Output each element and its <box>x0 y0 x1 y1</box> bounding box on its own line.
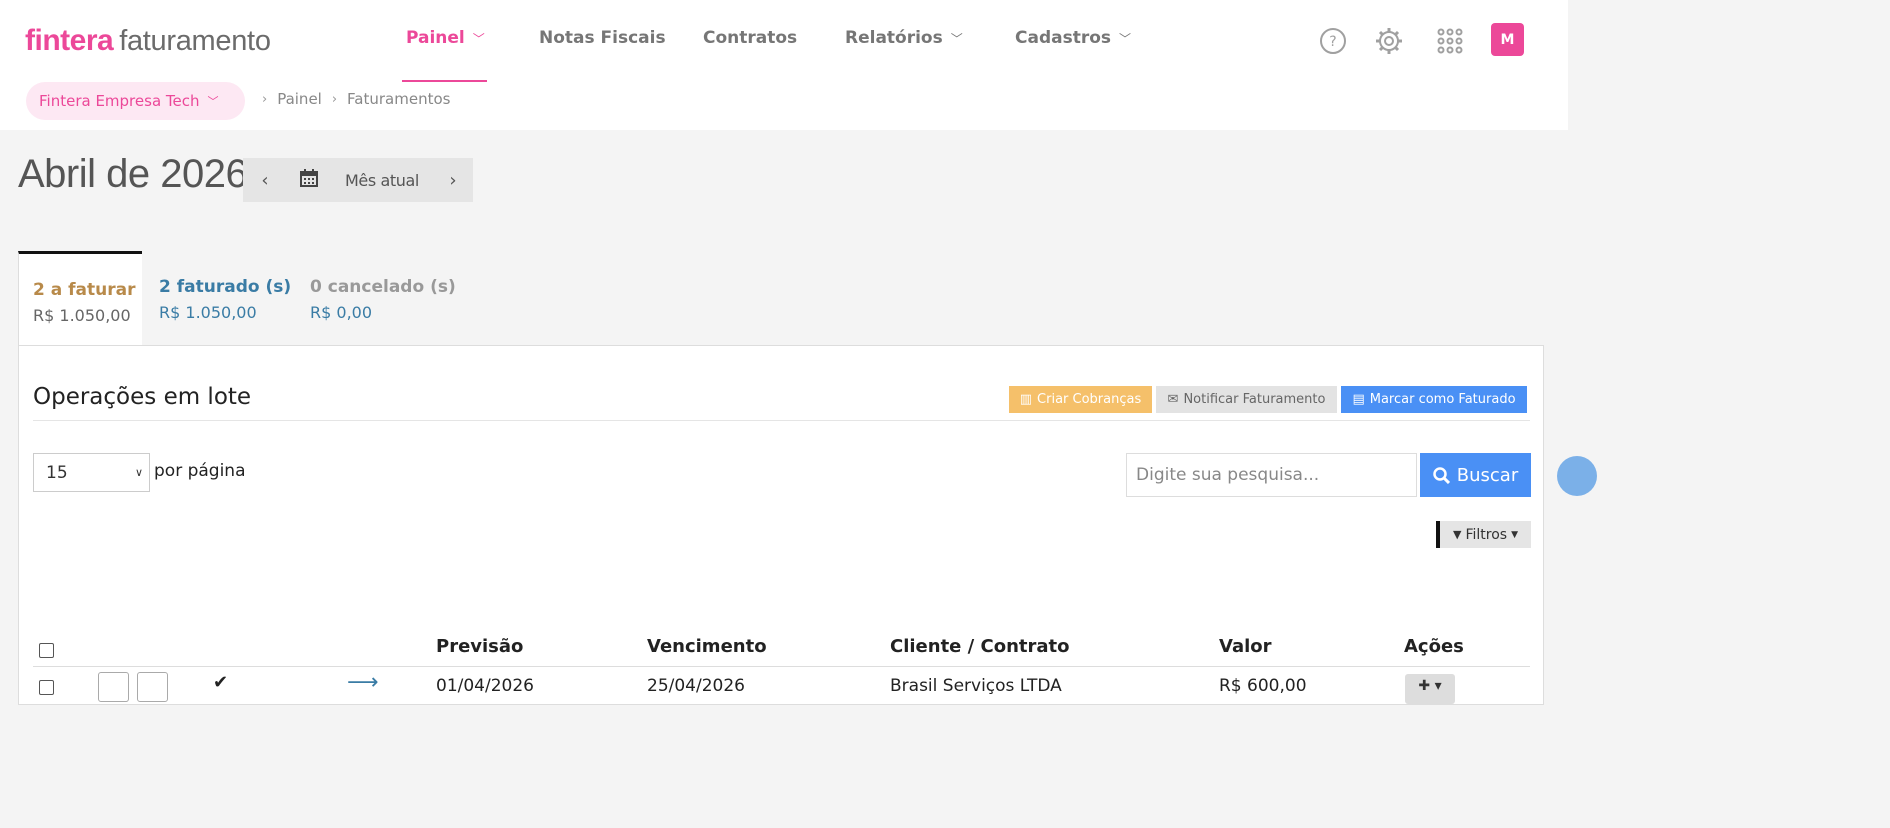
search-icon <box>1433 466 1450 484</box>
caret-down-icon: ▼ <box>1511 529 1518 540</box>
apps-grid-icon[interactable] <box>1433 24 1467 58</box>
column-valor[interactable]: Valor <box>1219 636 1272 657</box>
search-button[interactable]: Buscar <box>1420 453 1531 497</box>
per-page-select[interactable]: 15 ∨ <box>33 453 150 492</box>
nav-cadastros-label: Cadastros <box>1015 28 1112 48</box>
nav-relatorios-label: Relatórios <box>845 28 943 48</box>
nav-contratos-label: Contratos <box>703 28 798 48</box>
tab-a-faturar-amount: R$ 1.050,00 <box>33 306 131 325</box>
filters-button[interactable]: ▼ Filtros ▼ <box>1436 521 1531 548</box>
table-row[interactable]: ✔ ⟶ 01/04/2026 25/04/2026 Brasil Serviço… <box>33 668 1530 708</box>
nav-notas-fiscais-label: Notas Fiscais <box>539 28 666 48</box>
create-charges-button[interactable]: ▥ Criar Cobranças <box>1009 386 1152 413</box>
breadcrumb-item-faturamentos[interactable]: Faturamentos <box>347 90 450 108</box>
next-month-button[interactable]: › <box>433 170 473 191</box>
chevron-down-icon: ﹀ <box>472 31 485 46</box>
logo-product: faturamento <box>119 25 271 57</box>
select-all-checkbox[interactable] <box>39 643 54 658</box>
tab-a-faturar-title: 2 a faturar <box>33 280 136 300</box>
mark-billed-label: Marcar como Faturado <box>1369 392 1516 407</box>
chat-bubble-icon[interactable] <box>1557 456 1597 496</box>
company-selector[interactable]: Fintera Empresa Tech ﹀ <box>26 82 245 120</box>
notify-billing-button[interactable]: ✉ Notificar Faturamento <box>1156 386 1337 413</box>
row-checkbox[interactable] <box>39 680 54 695</box>
tab-cancelados-title: 0 cancelado (s) <box>310 277 456 297</box>
row-cliente[interactable]: Brasil Serviços LTDA <box>890 676 1062 696</box>
row-previsao: 01/04/2026 <box>436 676 534 696</box>
tab-faturados-amount: R$ 1.050,00 <box>159 303 257 322</box>
mark-billed-button[interactable]: ▤ Marcar como Faturado <box>1341 386 1527 413</box>
tab-faturados-title: 2 faturado (s) <box>159 277 292 297</box>
page-title: Abril de 2026 <box>18 152 248 196</box>
check-icon[interactable]: ✔ <box>213 672 228 693</box>
envelope-icon: ✉ <box>1167 392 1179 407</box>
per-page-label: por página <box>154 461 246 481</box>
chevron-right-icon: › <box>262 91 268 107</box>
filters-label: Filtros <box>1465 526 1508 543</box>
current-month-button[interactable]: Mês atual <box>331 171 433 190</box>
calendar-icon[interactable] <box>287 169 331 191</box>
active-nav-indicator <box>402 80 487 82</box>
row-actions-button[interactable]: ✚ ▾ <box>1405 674 1455 704</box>
column-cliente-contrato[interactable]: Cliente / Contrato <box>890 636 1069 657</box>
logo-brand: fintera <box>25 24 114 57</box>
document-icon: ▤ <box>1352 392 1365 407</box>
envelope-icon[interactable] <box>137 672 168 702</box>
notify-billing-label: Notificar Faturamento <box>1183 392 1326 407</box>
prev-month-button[interactable]: ‹ <box>243 170 287 191</box>
chevron-right-icon: › <box>331 91 338 107</box>
top-header: fintera faturamento Painel ﹀ Notas Fisca… <box>0 0 1568 130</box>
chevron-down-icon: ﹀ <box>207 95 219 108</box>
chevron-down-icon: ∨ <box>134 466 143 479</box>
table-header: Previsão Vencimento Cliente / Contrato V… <box>33 629 1530 667</box>
search-button-label: Buscar <box>1456 464 1519 486</box>
breadcrumb: › Painel › Faturamentos <box>262 90 450 108</box>
gear-icon[interactable] <box>1372 24 1406 58</box>
breadcrumb-item-painel[interactable]: Painel <box>277 90 322 108</box>
column-previsao[interactable]: Previsão <box>436 636 523 657</box>
help-icon[interactable]: ? <box>1316 24 1350 58</box>
nav-cadastros[interactable]: Cadastros ﹀ <box>1015 28 1131 48</box>
nav-notas-fiscais[interactable]: Notas Fiscais <box>539 28 666 48</box>
app-logo[interactable]: fintera faturamento <box>25 24 271 58</box>
create-charges-label: Criar Cobranças <box>1037 392 1142 407</box>
chevron-down-icon: ﹀ <box>1119 31 1132 46</box>
nav-painel-label: Painel <box>406 28 465 48</box>
company-name: Fintera Empresa Tech <box>39 92 200 110</box>
tab-cancelados-amount: R$ 0,00 <box>310 303 373 322</box>
filter-icon: ▼ <box>1452 528 1462 541</box>
chevron-down-icon: ﹀ <box>950 31 963 46</box>
barcode-icon[interactable] <box>98 672 129 702</box>
tab-a-faturar[interactable]: 2 a faturar R$ 1.050,00 <box>18 251 142 346</box>
tab-faturados[interactable]: 2 faturado (s) R$ 1.050,00 <box>145 251 292 346</box>
nav-relatorios[interactable]: Relatórios ﹀ <box>845 28 963 48</box>
svg-text:?: ? <box>1329 34 1336 50</box>
per-page-value: 15 <box>46 462 68 483</box>
nav-contratos[interactable]: Contratos <box>703 28 797 48</box>
arrow-right-icon[interactable]: ⟶ <box>347 670 379 695</box>
row-valor: R$ 600,00 <box>1219 676 1307 696</box>
divider <box>33 420 1530 421</box>
bulk-operations-title: Operações em lote <box>33 384 252 410</box>
column-acoes: Ações <box>1404 636 1464 657</box>
row-vencimento: 25/04/2026 <box>647 676 745 696</box>
billing-panel: Operações em lote ▥ Criar Cobranças ✉ No… <box>18 345 1544 705</box>
nav-painel[interactable]: Painel ﹀ <box>406 28 485 48</box>
tab-cancelados[interactable]: 0 cancelado (s) R$ 0,00 <box>296 251 456 346</box>
search-input[interactable]: Digite sua pesquisa... <box>1126 453 1417 497</box>
user-avatar[interactable]: M <box>1491 23 1524 56</box>
barcode-icon: ▥ <box>1019 392 1033 407</box>
column-vencimento[interactable]: Vencimento <box>647 636 767 657</box>
month-navigator: ‹ Mês atual › <box>243 158 473 202</box>
